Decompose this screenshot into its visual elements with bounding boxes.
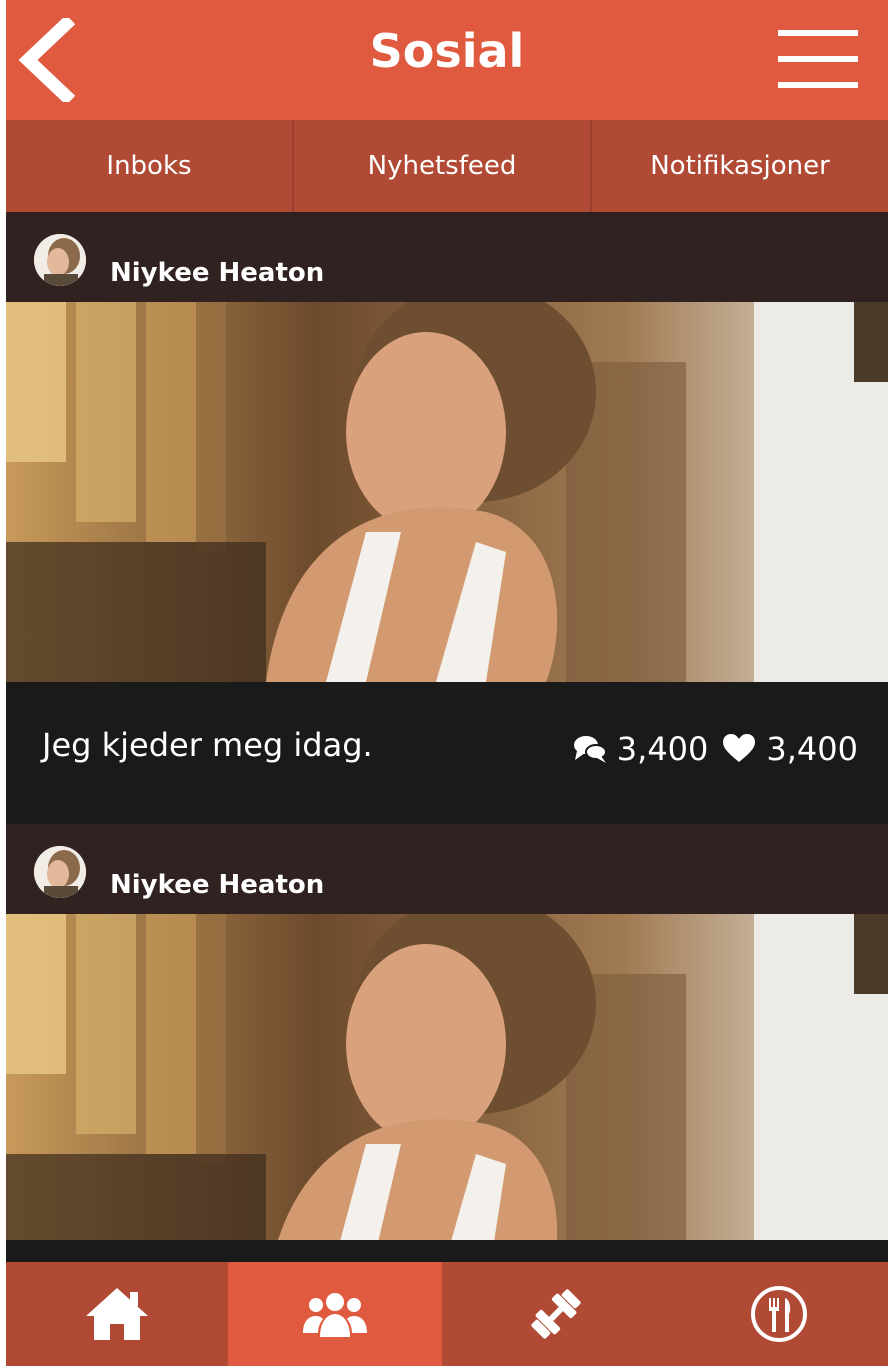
tab-newsfeed[interactable]: Nyhetsfeed (292, 120, 590, 212)
nav-training[interactable] (442, 1262, 670, 1366)
app-header: Sosial (6, 0, 888, 120)
bottom-nav (6, 1262, 888, 1366)
comments-icon[interactable] (573, 734, 607, 764)
tab-notifications[interactable]: Notifikasjoner (590, 120, 888, 212)
post-header: Niykee Heaton (6, 824, 888, 914)
avatar[interactable] (34, 234, 86, 286)
nav-home[interactable] (6, 1262, 228, 1366)
post-author[interactable]: Niykee Heaton (110, 258, 324, 288)
photo-image (6, 302, 888, 682)
post-author[interactable]: Niykee Heaton (110, 870, 324, 900)
app-frame: Sosial Inboks Nyhetsfeed Notifikasjoner (6, 0, 888, 1366)
nav-social[interactable] (228, 1262, 442, 1366)
post-photo[interactable] (6, 302, 888, 682)
nav-food[interactable] (670, 1262, 888, 1366)
photo-image (6, 914, 888, 1240)
post-stats: 3,400 3,400 (573, 730, 858, 768)
fork-knife-icon (751, 1286, 807, 1342)
feed-post: Niykee Heaton (6, 212, 888, 824)
comment-count: 3,400 (616, 730, 709, 768)
page-title: Sosial (369, 24, 525, 78)
heart-icon[interactable] (722, 734, 756, 764)
hamburger-menu-icon (778, 30, 858, 36)
post-footer: Jeg kjeder meg idag. 3,400 3,400 (6, 682, 888, 824)
post-caption: Jeg kjeder meg idag. (42, 726, 373, 764)
group-icon (303, 1293, 367, 1337)
dumbbell-icon (531, 1289, 581, 1339)
news-feed: Niykee Heaton Jeg kjeder meg idag. 3,400… (6, 212, 888, 1262)
post-photo[interactable] (6, 914, 888, 1240)
like-count: 3,400 (766, 730, 858, 768)
tab-inbox[interactable]: Inboks (6, 120, 292, 212)
tab-bar: Inboks Nyhetsfeed Notifikasjoner (6, 120, 888, 212)
home-icon (86, 1288, 148, 1340)
menu-button[interactable] (778, 30, 858, 90)
avatar[interactable] (34, 846, 86, 898)
feed-post: Niykee Heaton (6, 824, 888, 1240)
post-header: Niykee Heaton (6, 212, 888, 302)
